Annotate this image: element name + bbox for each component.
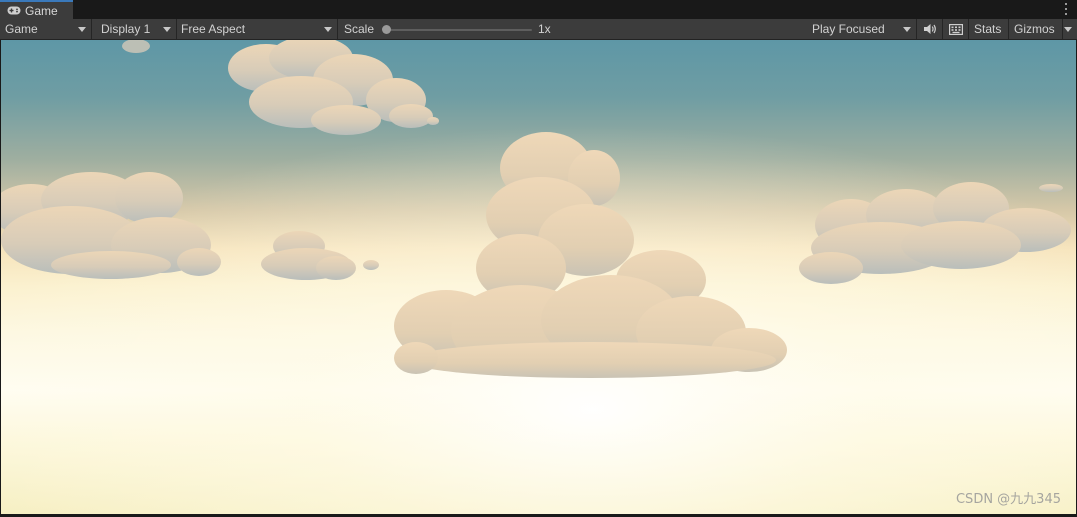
tab-strip: Game: [0, 0, 1077, 19]
mute-audio-button[interactable]: [917, 19, 943, 39]
view-select-label: Game: [5, 22, 38, 36]
scale-slider-handle[interactable]: [382, 25, 391, 34]
aspect-select-label: Free Aspect: [181, 22, 246, 36]
scale-slider-track[interactable]: [385, 29, 532, 31]
stats-label: Stats: [974, 22, 1002, 36]
play-mode-label: Play Focused: [812, 22, 885, 36]
tab-game[interactable]: Game: [0, 0, 73, 19]
gizmos-label: Gizmos: [1014, 22, 1055, 36]
chevron-down-icon: [163, 27, 171, 32]
watermark: CSDN @九九345: [955, 492, 1061, 507]
sky-scene: [1, 40, 1076, 514]
tab-label: Game: [25, 3, 58, 18]
scale-label: Scale: [339, 19, 384, 39]
gizmos-button[interactable]: Gizmos: [1009, 19, 1077, 39]
game-view-window: Game Game Display 1 Free Aspect Scale Pl…: [0, 0, 1077, 517]
gamepad-icon: [7, 6, 21, 15]
play-mode-dropdown[interactable]: Play Focused: [807, 19, 917, 39]
chevron-down-icon: [324, 27, 332, 32]
chevron-down-icon[interactable]: [1064, 27, 1072, 32]
more-options-icon[interactable]: [1061, 2, 1071, 16]
scale-value: 1x: [538, 22, 551, 36]
display-select-label: Display 1: [101, 22, 151, 36]
aspect-select-dropdown[interactable]: Free Aspect: [176, 19, 338, 39]
chevron-down-icon: [78, 27, 86, 32]
chevron-down-icon: [903, 27, 911, 32]
stats-button[interactable]: Stats: [969, 19, 1009, 39]
display-select-dropdown[interactable]: Display 1: [96, 19, 177, 39]
view-select-dropdown[interactable]: Game: [0, 19, 92, 39]
shortcut-overlay-button[interactable]: [943, 19, 969, 39]
speaker-icon: [923, 24, 936, 34]
keyboard-grid-icon: [948, 23, 963, 35]
game-viewport[interactable]: CSDN @九九345: [1, 40, 1076, 514]
scale-label-text: Scale: [344, 22, 375, 36]
